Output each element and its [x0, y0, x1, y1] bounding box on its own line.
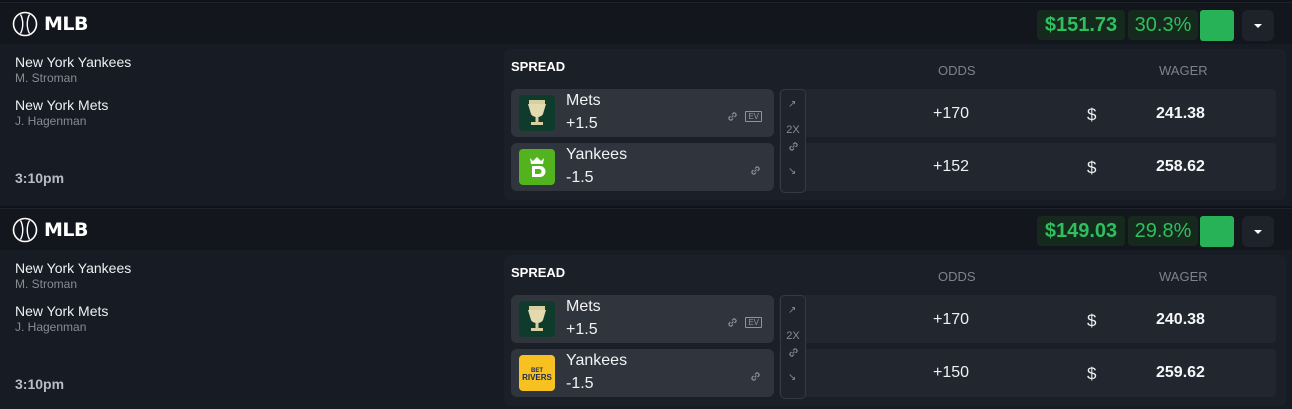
game-time: 3:10pm: [15, 170, 65, 186]
market-panel: SPREAD ODDS WAGER Mets +1.5: [504, 49, 1286, 200]
bet-selection-yankees[interactable]: Yankees -1.5: [511, 143, 774, 191]
pitcher-name: J. Hagenman: [15, 114, 87, 128]
options-dropdown-button[interactable]: [1242, 10, 1274, 41]
pick-line: -1.5: [566, 375, 594, 392]
market-panel: SPREAD ODDS WAGER Mets +1.5: [504, 255, 1286, 406]
bet-selection-mets[interactable]: Mets +1.5 EV: [511, 89, 774, 137]
link-icon[interactable]: [749, 164, 762, 177]
link-icon[interactable]: [726, 316, 739, 329]
place-bet-button[interactable]: [1200, 10, 1234, 41]
market-label: SPREAD: [511, 59, 566, 74]
pick-team: Yankees: [566, 352, 628, 369]
arrow-up-right-icon: ↗: [788, 305, 797, 316]
pitcher-name: M. Stroman: [15, 277, 78, 291]
wager-amount[interactable]: 240.38: [1156, 311, 1205, 329]
pick-line: -1.5: [566, 169, 594, 186]
bet-selection-mets[interactable]: Mets +1.5 EV: [511, 295, 774, 343]
arb-card: MLB $149.03 29.8% New York Yankees M. St…: [0, 206, 1292, 409]
odds-value: +170: [933, 105, 970, 122]
middle-toggle[interactable]: ↗ 2X ↘: [780, 89, 806, 193]
odds-value: +152: [933, 158, 970, 175]
sport-tag: MLB: [12, 217, 89, 243]
team-away: New York Mets J. Hagenman: [15, 303, 108, 335]
link-icon: [789, 348, 798, 357]
market-label: SPREAD: [511, 265, 566, 280]
team-home: New York Yankees M. Stroman: [15, 260, 131, 292]
baseball-icon: [12, 217, 38, 243]
profit-percent: 30.3%: [1128, 10, 1198, 40]
middle-label: 2X: [786, 124, 800, 136]
wager-amount[interactable]: 241.38: [1156, 105, 1205, 123]
team-name: New York Mets: [15, 303, 109, 319]
pitcher-name: M. Stroman: [15, 71, 78, 85]
currency-symbol: $: [1087, 311, 1097, 330]
wager-amount[interactable]: 258.62: [1156, 158, 1205, 176]
draftkings-logo-icon: [519, 149, 555, 185]
arrow-up-right-icon: ↗: [788, 99, 797, 110]
link-icon[interactable]: [749, 370, 762, 383]
team-home: New York Yankees M. Stroman: [15, 54, 131, 86]
arrow-down-right-icon: ↘: [788, 372, 797, 383]
caret-down-icon: [1254, 229, 1262, 234]
wager-amount[interactable]: 259.62: [1156, 364, 1205, 382]
card-header: MLB $151.73 30.3%: [0, 2, 1292, 44]
team-name: New York Yankees: [15, 54, 132, 70]
link-icon: [789, 142, 798, 151]
trophy-book-logo-icon: [519, 301, 555, 337]
ev-badge: EV: [745, 111, 762, 122]
profit-amount: $149.03: [1037, 216, 1125, 246]
middle-toggle[interactable]: ↗ 2X ↘: [780, 295, 806, 399]
wager-header: WAGER: [1159, 63, 1208, 78]
wager-header: WAGER: [1159, 269, 1208, 284]
odds-header: ODDS: [938, 269, 976, 284]
card-header: MLB $149.03 29.8%: [0, 208, 1292, 250]
baseball-icon: [12, 11, 38, 37]
ev-badge: EV: [745, 317, 762, 328]
trophy-book-logo-icon: [519, 95, 555, 131]
card-body: New York Yankees M. Stroman New York Met…: [0, 250, 1292, 409]
pick-line: +1.5: [566, 115, 598, 132]
card-body: New York Yankees M. Stroman New York Met…: [0, 44, 1292, 206]
middle-label: 2X: [786, 330, 800, 342]
odds-value: +150: [933, 364, 970, 381]
arb-card: MLB $151.73 30.3% New York Yankees M. St…: [0, 0, 1292, 206]
pitcher-name: J. Hagenman: [15, 320, 87, 334]
team-name: New York Yankees: [15, 260, 132, 276]
odds-value: +170: [933, 311, 970, 328]
odds-header: ODDS: [938, 63, 976, 78]
pick-team: Mets: [566, 298, 601, 315]
arrow-down-right-icon: ↘: [788, 166, 797, 177]
sport-label: MLB: [44, 219, 89, 241]
pick-team: Mets: [566, 92, 601, 109]
caret-down-icon: [1254, 23, 1262, 28]
sport-tag: MLB: [12, 11, 89, 37]
svg-text:RIVERS: RIVERS: [522, 373, 552, 382]
link-icon[interactable]: [726, 110, 739, 123]
place-bet-button[interactable]: [1200, 216, 1234, 247]
team-name: New York Mets: [15, 97, 109, 113]
profit-amount: $151.73: [1037, 10, 1125, 40]
currency-symbol: $: [1087, 158, 1097, 177]
game-time: 3:10pm: [15, 376, 65, 392]
currency-symbol: $: [1087, 105, 1097, 124]
pick-team: Yankees: [566, 146, 628, 163]
options-dropdown-button[interactable]: [1242, 216, 1274, 247]
sport-label: MLB: [44, 13, 89, 35]
currency-symbol: $: [1087, 364, 1097, 383]
team-away: New York Mets J. Hagenman: [15, 97, 108, 129]
betrivers-logo-icon: BET RIVERS: [519, 355, 555, 391]
bet-selection-yankees[interactable]: BET RIVERS Yankees -1.5: [511, 349, 774, 397]
pick-line: +1.5: [566, 321, 598, 338]
profit-percent: 29.8%: [1128, 216, 1198, 246]
